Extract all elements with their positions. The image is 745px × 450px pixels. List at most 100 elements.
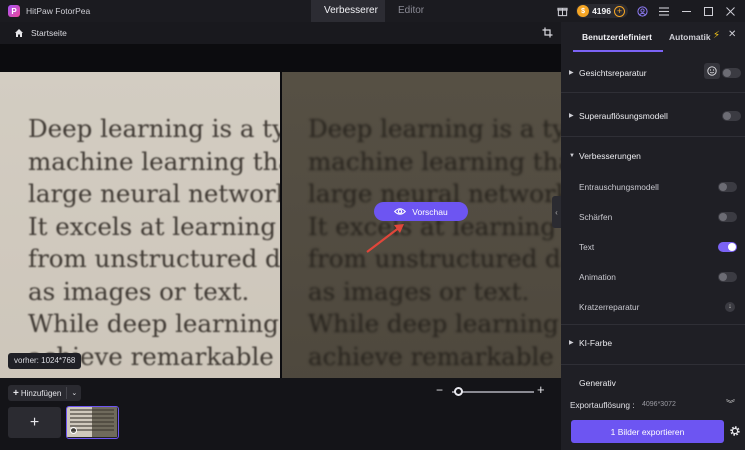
app-title: HitPaw FotorPea <box>26 6 91 16</box>
section-label: Generativ <box>579 377 616 388</box>
section-header[interactable]: ▶ Superauflösungsmodell <box>561 108 745 123</box>
after-image-text: Deep learning is a type machine learning… <box>308 113 561 373</box>
download-icon[interactable]: ↓ <box>725 302 735 312</box>
zoom-slider[interactable] <box>452 391 534 393</box>
credits-value: 4196 <box>592 6 611 16</box>
thumbnail-status-icon <box>70 427 77 434</box>
text-line: as images or text. <box>308 276 530 306</box>
eye-icon <box>394 208 407 215</box>
tab-verbesserer[interactable]: Verbesserer <box>311 0 385 22</box>
chevron-down-icon[interactable]: ⌄ <box>71 389 77 397</box>
face-repair-toggle[interactable] <box>722 68 741 78</box>
text-line: as images or text. <box>28 276 250 306</box>
maximize-icon[interactable] <box>697 0 719 22</box>
menu-icon[interactable] <box>653 0 675 22</box>
denoise-toggle[interactable] <box>718 182 737 192</box>
option-label: Schärfen <box>579 212 613 222</box>
animation-toggle[interactable] <box>718 272 737 282</box>
divider <box>66 387 68 399</box>
section-header[interactable]: ▶ Gesichtsreparatur <box>561 63 745 80</box>
text-line: machine learning that u <box>308 146 561 176</box>
preview-button[interactable]: Vorschau <box>374 202 468 221</box>
zoom-slider-handle[interactable] <box>454 387 463 396</box>
image-thumbnail[interactable] <box>66 406 119 439</box>
option-label: Text <box>579 242 595 252</box>
option-label: Entrauschungsmodell <box>579 182 659 192</box>
sharpen-toggle[interactable] <box>718 212 737 222</box>
section-super-resolution: ▶ Superauflösungsmodell <box>561 108 745 123</box>
export-resolution-value: 4096*3072 <box>642 401 676 408</box>
text-line: Deep learning is a type <box>28 114 280 143</box>
super-resolution-toggle[interactable] <box>722 111 741 121</box>
caret-right-icon: ▶ <box>569 113 574 119</box>
close-icon[interactable] <box>719 0 741 22</box>
section-improvements: ▼ Verbesserungen <box>561 148 745 163</box>
title-bar: P HitPaw FotorPea Verbesserer Editor $ 4… <box>0 0 745 22</box>
add-image-tile[interactable]: + <box>8 407 61 438</box>
tab-editor[interactable]: Editor <box>385 0 435 22</box>
zoom-in-icon[interactable]: + <box>537 383 545 396</box>
divider <box>561 364 745 365</box>
divider <box>561 324 745 325</box>
plus-icon: + <box>13 387 19 399</box>
option-label: Animation <box>579 272 616 282</box>
tab-automatik[interactable]: Automatik <box>669 32 711 42</box>
gear-icon[interactable] <box>729 425 741 437</box>
section-header[interactable]: ▼ Verbesserungen <box>561 148 745 163</box>
breadcrumb: Startseite <box>0 22 561 44</box>
caret-right-icon: ▶ <box>569 340 574 346</box>
export-button[interactable]: 1 Bilder exportieren <box>571 420 724 443</box>
home-icon[interactable] <box>14 28 24 38</box>
gift-box-icon[interactable] <box>551 0 573 22</box>
add-files-label: Hinzufügen <box>20 388 62 398</box>
face-icon[interactable] <box>704 63 720 79</box>
text-line: Deep learning is a type <box>308 114 561 143</box>
section-label: Gesichtsreparatur <box>579 67 647 78</box>
after-image: Deep learning is a type machine learning… <box>282 72 561 394</box>
divider <box>561 92 745 93</box>
text-line: achieve remarkable resu <box>308 341 561 371</box>
title-bar-controls: $ 4196 + <box>551 0 745 22</box>
option-text: Text <box>579 240 739 255</box>
text-line: While deep learning car <box>308 309 561 338</box>
divider <box>561 136 745 137</box>
section-ai-color: ▶ KI-Farbe <box>561 335 745 350</box>
zoom-out-icon[interactable]: − <box>436 384 443 396</box>
add-credits-icon[interactable]: + <box>614 5 625 17</box>
preview-canvas: Deep learning is a type machine learning… <box>0 44 561 394</box>
credits-badge[interactable]: $ 4196 + <box>576 4 628 18</box>
coin-icon: $ <box>577 5 590 17</box>
option-denoise: Entrauschungsmodell <box>579 180 739 195</box>
section-label: Superauflösungsmodell <box>579 110 668 121</box>
bottom-bar: + Hinzufügen ⌄ − + + <box>0 378 561 450</box>
text-line: from unstructured data <box>28 244 280 273</box>
export-resolution-label: Exportauflösung : <box>570 400 635 410</box>
text-line: from unstructured data <box>308 244 561 273</box>
chevron-double-down-icon[interactable]: ︾ <box>726 397 735 410</box>
crop-icon[interactable] <box>542 27 553 38</box>
option-sharpen: Schärfen <box>579 210 739 225</box>
text-toggle[interactable] <box>718 242 737 252</box>
add-files-button[interactable]: + Hinzufügen ⌄ <box>8 385 81 401</box>
section-label: KI-Farbe <box>579 337 613 348</box>
close-icon[interactable]: ✕ <box>728 29 736 40</box>
account-icon[interactable] <box>631 0 653 22</box>
minimize-icon[interactable] <box>675 0 697 22</box>
section-header[interactable]: Generativ <box>561 375 745 390</box>
text-line: machine learning that u <box>28 146 280 176</box>
preview-button-label: Vorschau <box>412 206 448 217</box>
panel-collapse-handle[interactable]: ‹ <box>552 196 561 228</box>
option-label: Kratzerreparatur <box>579 302 640 312</box>
section-label: Verbesserungen <box>579 150 641 161</box>
panel-tabs: Benutzerdefiniert Automatik ⚡ ✕ <box>561 22 745 52</box>
active-tab-indicator <box>573 50 663 52</box>
caret-right-icon: ▶ <box>569 70 574 76</box>
image-size-label: vorher: 1024*768 <box>8 353 82 369</box>
text-line: It excels at learning patt <box>28 211 280 241</box>
tab-benutzerdefiniert[interactable]: Benutzerdefiniert <box>582 32 652 42</box>
breadcrumb-home[interactable]: Startseite <box>31 28 67 38</box>
section-generative: Generativ <box>561 375 745 390</box>
section-header[interactable]: ▶ KI-Farbe <box>561 335 745 350</box>
zoom-control: − + <box>436 383 548 398</box>
app-logo-icon: P <box>8 5 20 17</box>
